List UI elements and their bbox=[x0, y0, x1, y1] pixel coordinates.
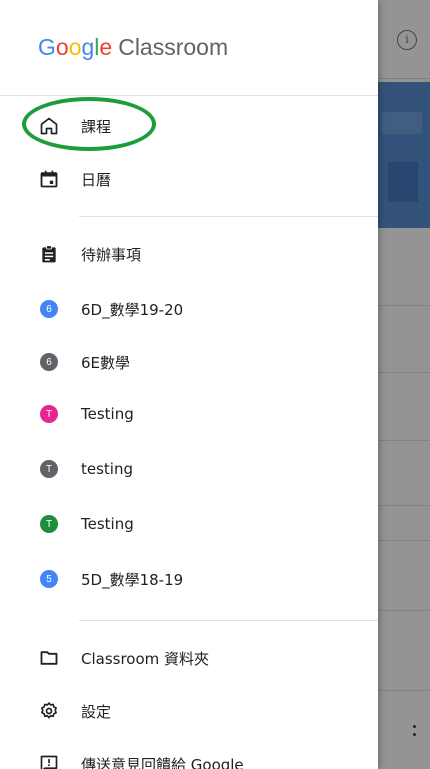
calendar-icon bbox=[38, 168, 60, 190]
nav-item-class[interactable]: 5 5D_數學18-19 bbox=[0, 553, 378, 605]
class-avatar-icon: 6 bbox=[40, 300, 58, 318]
nav-item-label: Classroom 資料夾 bbox=[81, 649, 210, 668]
drawer-header: Google Classroom bbox=[0, 0, 378, 95]
assignment-icon bbox=[38, 243, 60, 265]
nav-item-label: 5D_數學18-19 bbox=[81, 570, 184, 589]
nav-item-label: Testing bbox=[81, 515, 134, 533]
nav-item-classroom-folder[interactable]: Classroom 資料夾 bbox=[0, 632, 378, 684]
nav-item-todo[interactable]: 待辦事項 bbox=[0, 228, 378, 280]
class-avatar-icon: T bbox=[40, 460, 58, 478]
nav-item-label: 設定 bbox=[81, 702, 112, 721]
section-divider bbox=[79, 216, 378, 217]
nav-item-class[interactable]: T Testing bbox=[0, 388, 378, 440]
nav-item-class[interactable]: T testing bbox=[0, 443, 378, 495]
nav-item-feedback[interactable]: 傳送意見回饋給 Google bbox=[0, 738, 378, 769]
nav-item-label: testing bbox=[81, 460, 134, 478]
nav-item-class[interactable]: 6 6E數學 bbox=[0, 336, 378, 388]
section-divider bbox=[79, 620, 378, 621]
header-divider bbox=[0, 95, 378, 96]
logo-product-name: Classroom bbox=[118, 34, 229, 60]
nav-item-class[interactable]: T Testing bbox=[0, 498, 378, 550]
folder-icon bbox=[38, 647, 60, 669]
class-avatar-icon: 6 bbox=[40, 353, 58, 371]
nav-item-label: 6E數學 bbox=[81, 353, 131, 372]
nav-item-settings[interactable]: 設定 bbox=[0, 685, 378, 737]
highlight-annotation bbox=[22, 97, 156, 151]
nav-item-label: Testing bbox=[81, 405, 134, 423]
nav-item-label: 傳送意見回饋給 Google bbox=[81, 755, 244, 769]
settings-icon bbox=[38, 700, 60, 722]
nav-item-label: 6D_數學19-20 bbox=[81, 300, 184, 319]
nav-item-label: 日曆 bbox=[81, 170, 112, 189]
class-avatar-icon: T bbox=[40, 405, 58, 423]
class-avatar-icon: T bbox=[40, 515, 58, 533]
nav-item-calendar[interactable]: 日曆 bbox=[0, 153, 378, 205]
nav-item-class[interactable]: 6 6D_數學19-20 bbox=[0, 283, 378, 335]
feedback-icon bbox=[38, 753, 60, 769]
class-avatar-icon: 5 bbox=[40, 570, 58, 588]
google-classroom-logo: Google Classroom bbox=[38, 34, 229, 60]
nav-item-label: 待辦事項 bbox=[81, 245, 142, 264]
